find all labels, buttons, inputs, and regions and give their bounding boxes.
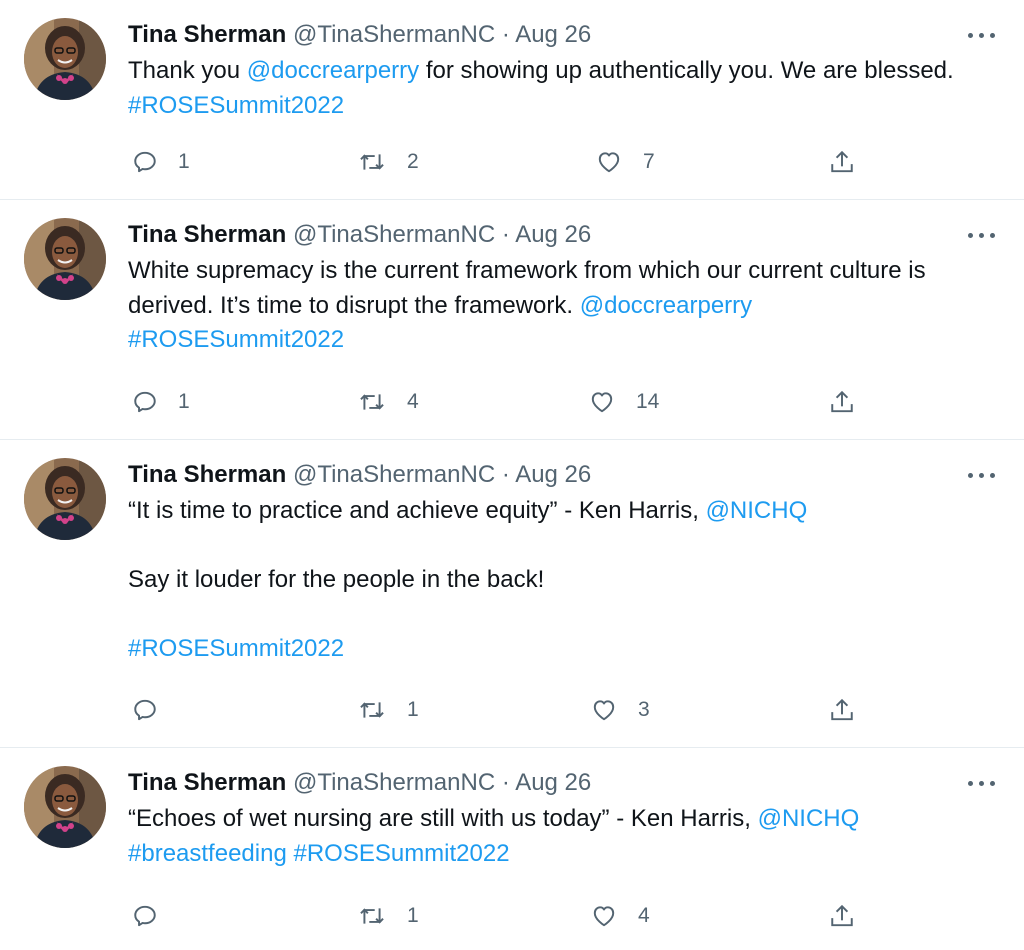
more-icon[interactable]	[966, 230, 998, 242]
tweet[interactable]: Tina Sherman @TinaShermanNC · Aug 26 Whi…	[0, 200, 1024, 440]
avatar[interactable]	[24, 458, 106, 540]
like-icon	[588, 389, 616, 415]
author-handle[interactable]: @TinaShermanNC	[293, 769, 495, 796]
reply-button[interactable]: 1	[132, 382, 190, 422]
tweet-text-part: White supremacy is the current framework…	[128, 257, 926, 319]
author-handle[interactable]: @TinaShermanNC	[293, 21, 495, 48]
mention-link[interactable]: @doccrearperry	[247, 57, 419, 84]
author-name[interactable]: Tina Sherman	[128, 769, 286, 796]
tweet-header: Tina Sherman @TinaShermanNC · Aug 26	[128, 766, 591, 800]
hashtag-link[interactable]: #ROSESummit2022	[128, 326, 344, 353]
reply-button[interactable]	[132, 690, 178, 730]
retweet-button[interactable]: 1	[357, 690, 419, 730]
retweet-count: 4	[407, 390, 419, 413]
tweet-text-part: “Echoes of wet nursing are still with us…	[128, 805, 758, 832]
tweet-text: “Echoes of wet nursing are still with us…	[128, 802, 1008, 871]
author-name[interactable]: Tina Sherman	[128, 461, 286, 488]
tweet-date[interactable]: Aug 26	[515, 461, 591, 488]
retweet-count: 2	[407, 150, 419, 173]
reply-button[interactable]: 1	[132, 142, 190, 182]
tweet-actions: 1 4 14	[0, 382, 1024, 422]
like-icon	[590, 903, 618, 929]
share-icon	[829, 697, 855, 723]
tweet-text: White supremacy is the current framework…	[128, 254, 1008, 358]
avatar[interactable]	[24, 766, 106, 848]
author-name[interactable]: Tina Sherman	[128, 221, 286, 248]
share-button[interactable]	[829, 142, 855, 182]
author-handle[interactable]: @TinaShermanNC	[293, 221, 495, 248]
hashtag-link[interactable]: #ROSESummit2022	[128, 635, 344, 662]
share-button[interactable]	[829, 896, 855, 936]
retweet-icon	[357, 149, 387, 175]
avatar[interactable]	[24, 18, 106, 100]
more-icon[interactable]	[966, 778, 998, 790]
tweet-header: Tina Sherman @TinaShermanNC · Aug 26	[128, 218, 591, 252]
reply-icon	[132, 697, 158, 723]
tweet[interactable]: Tina Sherman @TinaShermanNC · Aug 26 Tha…	[0, 0, 1024, 200]
share-icon	[829, 903, 855, 929]
tweet-date[interactable]: Aug 26	[515, 769, 591, 796]
retweet-icon	[357, 903, 387, 929]
tweet-actions: 1 2 7	[0, 142, 1024, 182]
separator-dot: ·	[501, 221, 510, 248]
like-button[interactable]: 4	[590, 896, 650, 936]
retweet-count: 1	[407, 698, 419, 721]
avatar[interactable]	[24, 218, 106, 300]
separator-dot: ·	[501, 21, 510, 48]
author-name[interactable]: Tina Sherman	[128, 21, 286, 48]
like-count: 7	[643, 150, 655, 173]
like-icon	[595, 149, 623, 175]
tweet-text-part: for showing up authentically you. We are…	[419, 57, 954, 84]
retweet-icon	[357, 697, 387, 723]
reply-button[interactable]	[132, 896, 178, 936]
share-icon	[829, 389, 855, 415]
reply-count: 1	[178, 390, 190, 413]
reply-icon	[132, 389, 158, 415]
retweet-icon	[357, 389, 387, 415]
reply-count: 1	[178, 150, 190, 173]
separator-dot: ·	[501, 769, 510, 796]
tweet-text-part: Thank you	[128, 57, 247, 84]
like-count: 14	[636, 390, 660, 413]
share-icon	[829, 149, 855, 175]
retweet-button[interactable]: 1	[357, 896, 419, 936]
retweet-count: 1	[407, 904, 419, 927]
author-handle[interactable]: @TinaShermanNC	[293, 461, 495, 488]
hashtag-link[interactable]: #ROSESummit2022	[293, 840, 509, 867]
tweet-actions: 1 3	[0, 690, 1024, 730]
tweet-date[interactable]: Aug 26	[515, 221, 591, 248]
like-count: 4	[638, 904, 650, 927]
tweet-header: Tina Sherman @TinaShermanNC · Aug 26	[128, 18, 591, 52]
reply-icon	[132, 903, 158, 929]
separator-dot: ·	[501, 461, 510, 488]
share-button[interactable]	[829, 382, 855, 422]
tweet-header: Tina Sherman @TinaShermanNC · Aug 26	[128, 458, 591, 492]
mention-link[interactable]: @NICHQ	[706, 497, 808, 524]
tweet-text: “It is time to practice and achieve equi…	[128, 494, 1008, 667]
tweet-text-part: Say it louder for the people in the back…	[128, 566, 545, 593]
retweet-button[interactable]: 4	[357, 382, 419, 422]
more-icon[interactable]	[966, 30, 998, 42]
like-button[interactable]: 3	[590, 690, 650, 730]
tweet-text: Thank you @doccrearperry for showing up …	[128, 54, 1008, 123]
tweet[interactable]: Tina Sherman @TinaShermanNC · Aug 26 “Ec…	[0, 748, 1024, 950]
tweet[interactable]: Tina Sherman @TinaShermanNC · Aug 26 “It…	[0, 440, 1024, 748]
tweet-date[interactable]: Aug 26	[515, 21, 591, 48]
tweet-actions: 1 4	[0, 896, 1024, 936]
hashtag-link[interactable]: #breastfeeding	[128, 840, 287, 867]
like-button[interactable]: 14	[588, 382, 659, 422]
tweet-text-part: “It is time to practice and achieve equi…	[128, 497, 706, 524]
mention-link[interactable]: @doccrearperry	[580, 292, 752, 319]
share-button[interactable]	[829, 690, 855, 730]
like-count: 3	[638, 698, 650, 721]
retweet-button[interactable]: 2	[357, 142, 419, 182]
reply-icon	[132, 149, 158, 175]
hashtag-link[interactable]: #ROSESummit2022	[128, 92, 344, 119]
mention-link[interactable]: @NICHQ	[758, 805, 860, 832]
like-button[interactable]: 7	[595, 142, 655, 182]
like-icon	[590, 697, 618, 723]
more-icon[interactable]	[966, 470, 998, 482]
